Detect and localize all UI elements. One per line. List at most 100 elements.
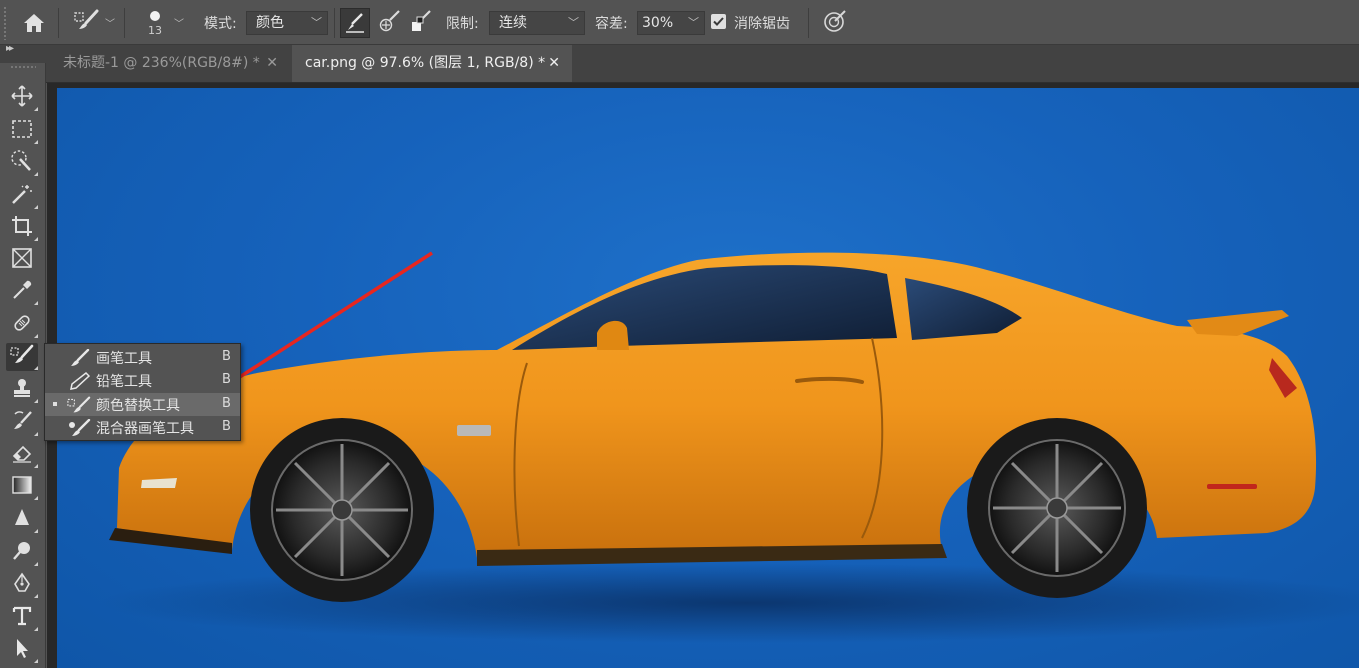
tool-group-indicator: [34, 496, 38, 500]
checkmark-icon: [713, 17, 724, 26]
separator: [334, 8, 335, 38]
quick-selection-icon: [10, 149, 34, 177]
flyout-item-label: 铅笔工具: [96, 374, 152, 390]
canvas-area[interactable]: [47, 83, 1359, 668]
sampling-background-button[interactable]: [407, 0, 435, 45]
brush-group-tool[interactable]: [6, 343, 38, 371]
brush-size-picker[interactable]: 13: [140, 0, 170, 45]
tool-group-indicator: [34, 399, 38, 403]
pen-tool[interactable]: [6, 571, 38, 599]
separator: [808, 8, 809, 38]
flyout-item-label: 混合器画笔工具: [96, 421, 194, 437]
car-image: [97, 252, 1359, 643]
quick-selection-tool[interactable]: [6, 149, 38, 177]
chevron-down-icon: ﹀: [688, 16, 699, 29]
pen-pressure-button[interactable]: [820, 0, 850, 45]
mode-value: 颜色: [256, 15, 284, 31]
collapse-icon: ▸▸: [6, 43, 14, 54]
antialias-checkbox[interactable]: [711, 14, 726, 29]
blur-icon: [11, 507, 33, 533]
gradient-icon: [11, 475, 33, 499]
brush-size-chevron[interactable]: ﹀: [174, 0, 184, 45]
selected-indicator: [53, 402, 57, 406]
tool-group-indicator: [34, 237, 38, 241]
path-selection-tool[interactable]: [6, 636, 38, 664]
tolerance-field[interactable]: 30% ﹀: [637, 11, 705, 35]
antialias-label: 消除锯齿: [734, 15, 790, 32]
flyout-item-label: 画笔工具: [96, 351, 152, 367]
tool-group-indicator: [34, 301, 38, 305]
flyout-item-shortcut: B: [222, 396, 231, 411]
tab-label: 未标题-1 @ 236%(RGB/8#) *: [63, 55, 260, 71]
sampling-continuous-icon: [344, 12, 366, 38]
healing-brush-tool[interactable]: [6, 311, 38, 339]
eraser-icon: [11, 442, 33, 468]
flyout-item-shortcut: B: [222, 372, 231, 387]
gradient-tool[interactable]: [6, 473, 38, 501]
separator: [58, 8, 59, 38]
flyout-item-brush[interactable]: 画笔工具 B: [45, 346, 240, 369]
brush-icon: [67, 348, 91, 368]
sampling-once-icon: [378, 9, 402, 37]
crop-icon: [11, 215, 33, 241]
healing-brush-icon: [11, 312, 33, 338]
limits-value: 连续: [499, 15, 527, 31]
pencil-icon: [67, 371, 91, 391]
marquee-tool[interactable]: [6, 117, 38, 145]
marquee-icon: [11, 119, 33, 143]
toolbar-collapse-bar[interactable]: ▸▸: [0, 43, 46, 63]
tool-group-indicator: [34, 140, 38, 144]
brush-size-value: 13: [148, 23, 162, 37]
document-tab-bar: 未标题-1 @ 236%(RGB/8#) * ✕ car.png @ 97.6%…: [0, 45, 1359, 83]
toolbar-grip[interactable]: [10, 65, 36, 69]
frame-tool[interactable]: [6, 246, 38, 274]
flyout-item-shortcut: B: [222, 349, 231, 364]
tool-group-indicator: [34, 562, 38, 566]
history-brush-tool[interactable]: [6, 409, 38, 437]
tool-group-indicator: [34, 107, 38, 111]
type-tool[interactable]: [6, 604, 38, 632]
document-canvas[interactable]: [57, 88, 1359, 668]
history-brush-icon: [11, 410, 33, 436]
mode-label: 模式:: [204, 15, 237, 32]
mode-dropdown[interactable]: 颜色 ﹀: [246, 11, 328, 35]
tool-group-indicator: [34, 366, 38, 370]
sampling-once-button[interactable]: [376, 0, 404, 45]
move-tool[interactable]: [6, 84, 38, 112]
pen-icon: [11, 572, 33, 598]
tool-preset-chevron[interactable]: ﹀: [105, 0, 115, 45]
frame-icon: [11, 247, 33, 273]
dodge-tool[interactable]: [6, 539, 38, 567]
tool-group-indicator: [34, 594, 38, 598]
tolerance-label: 容差:: [595, 15, 628, 32]
tool-group-indicator: [34, 464, 38, 468]
clone-stamp-icon: [11, 377, 33, 403]
chevron-down-icon: ﹀: [568, 16, 579, 29]
tab-car-png[interactable]: car.png @ 97.6% (图层 1, RGB/8) * ✕: [292, 45, 572, 82]
tool-group-indicator: [34, 432, 38, 436]
limits-dropdown[interactable]: 连续 ﹀: [489, 11, 585, 35]
flyout-item-pencil[interactable]: 铅笔工具 B: [45, 369, 240, 392]
move-icon: [11, 85, 33, 111]
home-icon[interactable]: [20, 0, 48, 45]
eraser-tool[interactable]: [6, 441, 38, 469]
blur-tool[interactable]: [6, 506, 38, 534]
brush-tip-icon: [150, 10, 160, 21]
tool-group-indicator: [34, 659, 38, 663]
options-bar: ﹀ 13 ﹀ 模式: 颜色 ﹀ 限制: 连续 ﹀ 容差: 30% ﹀ 消除锯齿: [0, 0, 1359, 45]
close-icon[interactable]: ✕: [266, 45, 278, 82]
sampling-continuous-button[interactable]: [340, 8, 370, 38]
tool-preset-picker[interactable]: [68, 0, 104, 45]
clone-stamp-tool[interactable]: [6, 376, 38, 404]
magic-wand-tool[interactable]: [6, 182, 38, 210]
type-icon: [11, 605, 33, 631]
color-replacement-icon: [67, 395, 91, 415]
flyout-item-mixer-brush[interactable]: 混合器画笔工具 B: [45, 416, 240, 439]
flyout-item-color-replacement[interactable]: 颜色替换工具 B: [45, 393, 240, 416]
close-icon[interactable]: ✕: [548, 45, 560, 82]
tool-group-indicator: [34, 627, 38, 631]
options-bar-grip[interactable]: [3, 6, 7, 40]
tab-untitled-1[interactable]: 未标题-1 @ 236%(RGB/8#) * ✕: [50, 45, 290, 82]
eyedropper-tool[interactable]: [6, 278, 38, 306]
crop-tool[interactable]: [6, 214, 38, 242]
